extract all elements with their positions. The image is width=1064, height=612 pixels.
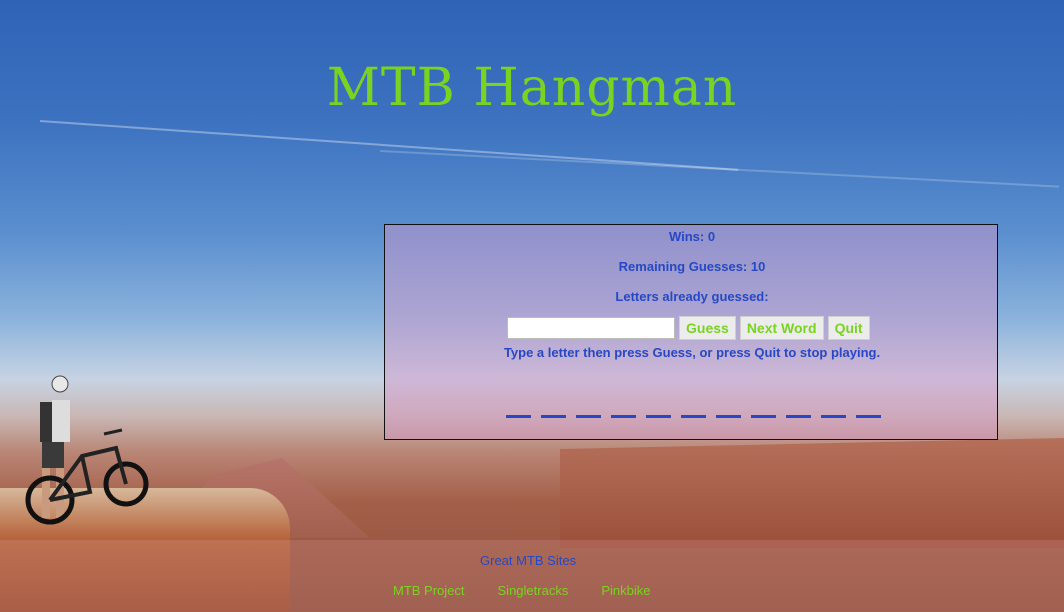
letter-blank xyxy=(506,415,531,418)
footer-link-pinkbike[interactable]: Pinkbike xyxy=(601,583,650,598)
footer-links: MTB Project Singletracks Pinkbike xyxy=(393,583,650,598)
letters-guessed: Letters already guessed: xyxy=(615,289,769,304)
footer-link-singletracks[interactable]: Singletracks xyxy=(498,583,569,598)
page-title: MTB Hangman xyxy=(326,58,738,118)
word-blanks xyxy=(506,415,881,418)
footer-band xyxy=(0,540,1064,612)
letter-blank xyxy=(681,415,706,418)
instructions-text: Type a letter then press Guess, or press… xyxy=(503,345,881,360)
mesa-right xyxy=(560,438,1064,548)
guess-button[interactable]: Guess xyxy=(679,316,736,340)
letter-blank xyxy=(821,415,846,418)
remaining-guesses: Remaining Guesses: 10 xyxy=(618,259,766,274)
letter-blank xyxy=(856,415,881,418)
letter-blank xyxy=(751,415,776,418)
quit-button[interactable]: Quit xyxy=(827,316,870,340)
letter-blank xyxy=(611,415,636,418)
wins-counter: Wins: 0 xyxy=(668,229,716,244)
letter-blank xyxy=(786,415,811,418)
letter-blank xyxy=(576,415,601,418)
rider-with-bike-illustration xyxy=(25,375,149,525)
footer-heading: Great MTB Sites xyxy=(480,553,577,568)
letter-blank xyxy=(716,415,741,418)
letter-blank xyxy=(541,415,566,418)
guess-input[interactable] xyxy=(507,317,675,339)
letter-blank xyxy=(646,415,671,418)
game-panel: Wins: 0 Remaining Guesses: 10 Letters al… xyxy=(384,224,998,440)
next-word-button[interactable]: Next Word xyxy=(739,316,824,340)
footer-link-mtb-project[interactable]: MTB Project xyxy=(393,583,465,598)
guess-controls: Guess Next Word Quit xyxy=(507,316,870,340)
